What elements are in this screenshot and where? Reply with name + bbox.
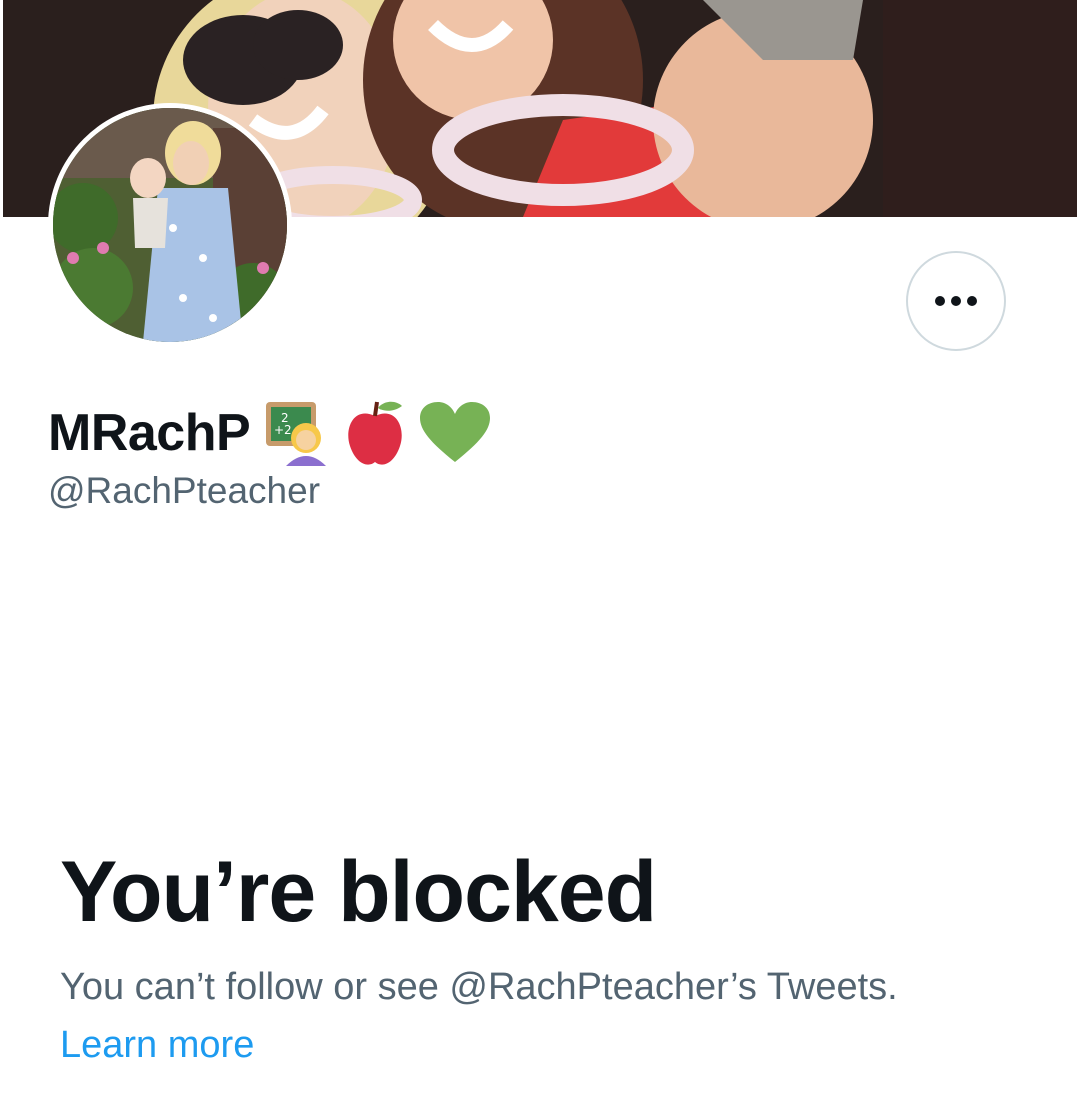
svg-text:+2: +2 (274, 423, 292, 437)
more-options-button[interactable] (906, 251, 1006, 351)
profile-handle: @RachPteacher (48, 470, 321, 511)
more-horizontal-icon (935, 296, 977, 306)
green-heart-emoji-icon (420, 402, 491, 464)
display-name: MRachP (48, 404, 251, 462)
teacher-emoji-icon: 2 +2 (264, 400, 330, 466)
profile-name-row: MRachP 2 +2 (48, 395, 491, 471)
profile-avatar[interactable] (48, 103, 292, 347)
learn-more-link[interactable]: Learn more (60, 1024, 254, 1067)
blocked-title: You’re blocked (60, 844, 657, 940)
blocked-message: You can’t follow or see @RachPteacher’s … (60, 966, 898, 1008)
apple-emoji-icon (344, 398, 406, 468)
